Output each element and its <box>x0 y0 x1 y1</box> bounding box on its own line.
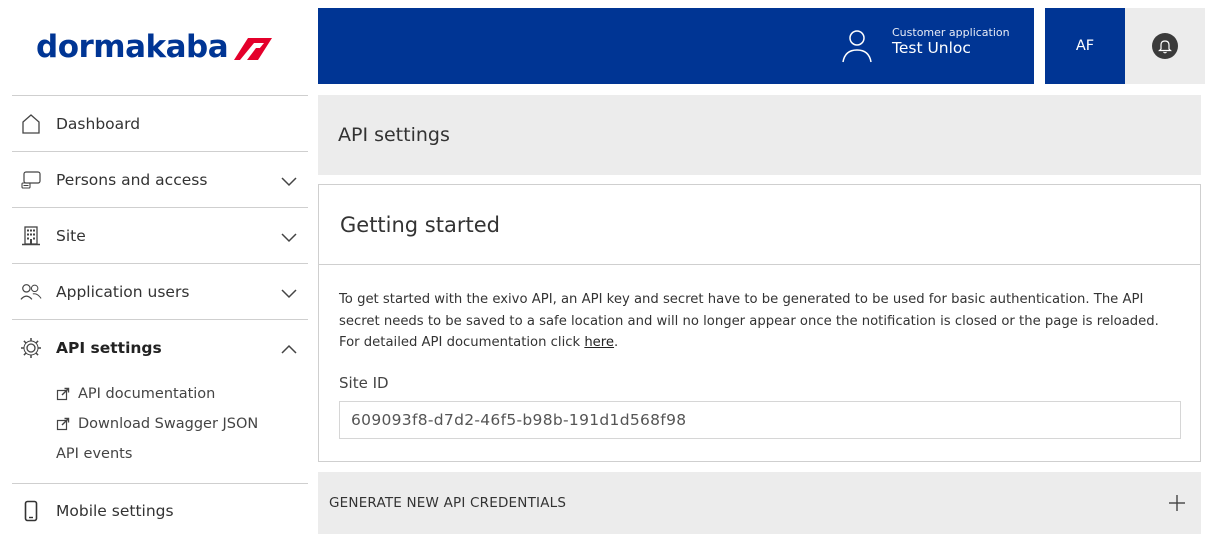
top-header: Customer application Test Unloc <box>318 8 1034 84</box>
user-icon <box>842 30 872 63</box>
page-title-bar: API settings <box>318 95 1201 175</box>
sidebar-item-persons-and-access[interactable]: Persons and access <box>12 151 308 207</box>
sidebar-item-mobile-settings[interactable]: Mobile settings <box>12 483 308 535</box>
sidebar-item-label: Site <box>56 226 86 245</box>
api-description-end: . <box>614 335 619 350</box>
user-avatar-button[interactable]: AF <box>1045 8 1125 84</box>
external-link-icon <box>56 417 70 431</box>
generate-credentials-accordion[interactable]: GENERATE NEW API CREDENTIALS <box>318 472 1201 534</box>
card-body: To get started with the exivo API, an AP… <box>319 265 1200 439</box>
avatar-initials: AF <box>1075 38 1095 54</box>
external-link-icon <box>56 387 70 401</box>
building-icon <box>20 225 42 247</box>
sidebar-item-label: Dashboard <box>56 114 141 133</box>
getting-started-card: Getting started To get started with the … <box>318 184 1201 462</box>
chevron-up-icon[interactable] <box>280 340 298 358</box>
plus-icon[interactable] <box>1167 493 1187 513</box>
home-icon <box>20 113 42 135</box>
submenu-item-label: API documentation <box>78 386 216 402</box>
chevron-down-icon[interactable] <box>280 172 298 190</box>
submenu-item-download-swagger-json[interactable]: Download Swagger JSON <box>56 409 308 439</box>
card-header: Getting started <box>319 185 1200 265</box>
submenu-item-api-events[interactable]: API events <box>56 439 308 469</box>
card-title: Getting started <box>340 212 500 237</box>
customer-application-name: Test Unloc <box>892 39 971 57</box>
sidebar-item-label: Mobile settings <box>56 501 174 520</box>
api-description-text: To get started with the exivo API, an AP… <box>339 292 1159 350</box>
gear-icon <box>20 337 42 359</box>
submenu-item-label: API events <box>56 446 133 462</box>
submenu-item-label: Download Swagger JSON <box>78 416 259 432</box>
dormakaba-logo[interactable]: dormakaba <box>36 22 273 72</box>
submenu-item-api-documentation[interactable]: API documentation <box>56 379 308 409</box>
sidebar-item-site[interactable]: Site <box>12 207 308 263</box>
users-icon <box>20 281 42 303</box>
sidebar-item-label: API settings <box>56 338 162 357</box>
chevron-down-icon[interactable] <box>280 284 298 302</box>
site-id-field[interactable] <box>339 400 1181 439</box>
sidebar-item-api-settings[interactable]: API settings <box>12 319 308 375</box>
customer-application-label: Customer application <box>892 26 1010 39</box>
persons-access-icon <box>20 169 42 191</box>
customer-application-selector[interactable]: Customer application Test Unloc <box>840 26 1010 66</box>
site-id-label: Site ID <box>339 373 389 392</box>
logo-text: dormakaba <box>36 29 229 65</box>
sidebar-item-dashboard[interactable]: Dashboard <box>12 95 308 151</box>
api-documentation-link[interactable]: here <box>584 335 614 350</box>
sidebar-item-label: Application users <box>56 282 190 301</box>
sidebar: dormakaba Dashboard Persons and access S… <box>0 0 308 535</box>
page-title: API settings <box>338 124 450 146</box>
generate-credentials-label: GENERATE NEW API CREDENTIALS <box>329 495 567 511</box>
sidebar-item-label: Persons and access <box>56 170 208 189</box>
sidebar-item-application-users[interactable]: Application users <box>12 263 308 319</box>
api-description: To get started with the exivo API, an AP… <box>339 289 1180 354</box>
mobile-icon <box>20 500 42 522</box>
notifications-button[interactable] <box>1125 8 1205 84</box>
sidebar-nav: Dashboard Persons and access Site Applic… <box>12 95 308 535</box>
bell-icon <box>1152 33 1178 59</box>
api-settings-submenu: API documentation Download Swagger JSON … <box>12 375 308 483</box>
chevron-down-icon[interactable] <box>280 228 298 246</box>
logo-mark-icon <box>234 38 273 60</box>
